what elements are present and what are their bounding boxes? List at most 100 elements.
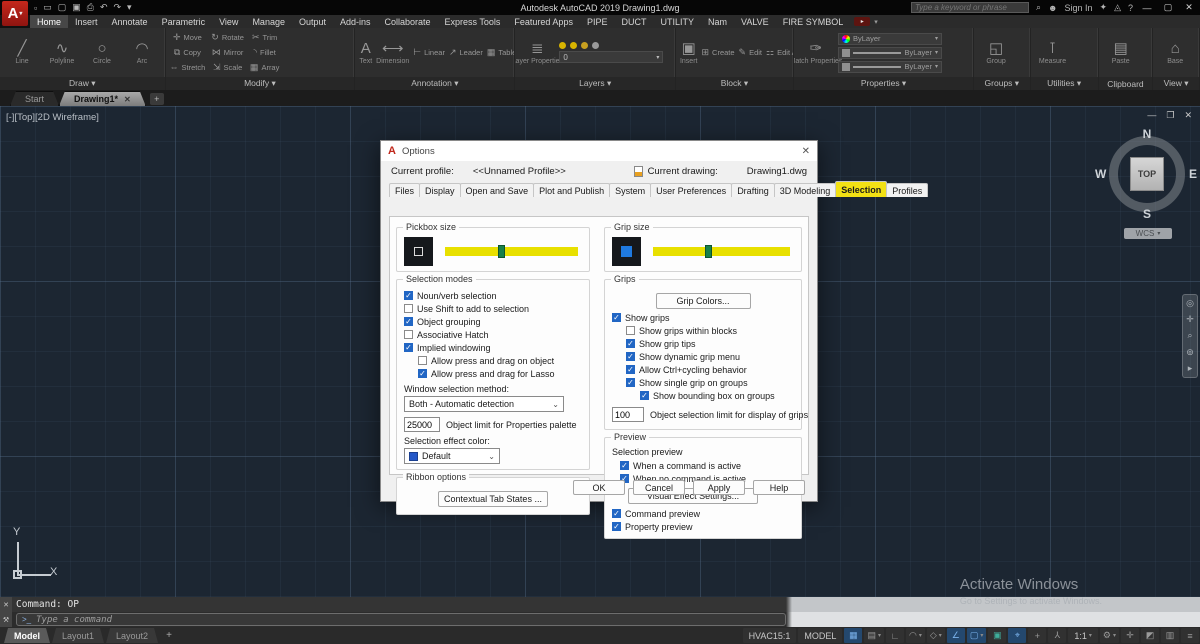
drawing-minimize-button[interactable]: —: [1147, 110, 1156, 121]
polar-tracking-toggle[interactable]: ◠▾: [906, 628, 925, 643]
redo-icon[interactable]: ↷: [114, 2, 122, 13]
dialog-close-icon[interactable]: ✕: [802, 146, 810, 157]
orbit-icon[interactable]: ⊚: [1186, 347, 1194, 358]
options-tab-open-and-save[interactable]: Open and Save: [460, 183, 535, 197]
ribbon-tab-valve[interactable]: VALVE: [734, 15, 776, 28]
tool-edit[interactable]: ✎Edit: [739, 45, 762, 60]
drawing-close-button[interactable]: ✕: [1184, 110, 1192, 121]
application-menu-button[interactable]: A▾: [2, 1, 28, 26]
layer-dropdown[interactable]: 0▾: [559, 51, 663, 63]
annotation-scale[interactable]: 1:1▾: [1068, 628, 1098, 643]
options-tab-plot-and-publish[interactable]: Plot and Publish: [533, 183, 610, 197]
tool-leader[interactable]: ↗Leader: [449, 45, 483, 60]
checkbox-when-a-command-is-active[interactable]: ✓: [620, 461, 629, 470]
chevron-down-icon[interactable]: ▾: [919, 632, 922, 639]
chevron-down-icon[interactable]: ▾: [939, 632, 942, 639]
panel-label-utilities[interactable]: Utilities ▾: [1031, 77, 1098, 90]
checkbox-show-dynamic-grip-menu[interactable]: ✓: [626, 352, 635, 361]
tool-linear[interactable]: ⊢Linear: [413, 45, 445, 60]
contextual-tab-states-button[interactable]: Contextual Tab States ...: [438, 491, 548, 507]
tool-measure[interactable]: ⊺Measure: [1035, 40, 1071, 65]
file-tab-start[interactable]: Start: [10, 91, 59, 106]
chevron-down-icon[interactable]: ▾: [980, 632, 983, 639]
ribbon-tab-fire-symbol[interactable]: FIRE SYMBOL: [776, 15, 851, 28]
ribbon-tab-express-tools[interactable]: Express Tools: [438, 15, 508, 28]
options-tab-profiles[interactable]: Profiles: [886, 183, 928, 197]
file-tab-drawing1[interactable]: Drawing1*✕: [59, 91, 146, 106]
options-tab-3d-modeling[interactable]: 3D Modeling: [774, 183, 837, 197]
panel-label-modify[interactable]: Modify ▾: [166, 77, 355, 90]
save-icon[interactable]: ▢: [58, 2, 67, 13]
help-icon[interactable]: ?: [1128, 3, 1133, 13]
screencast-icon[interactable]: ▸: [854, 17, 870, 26]
panel-label-annotation[interactable]: Annotation ▾: [355, 77, 514, 90]
tool-circle[interactable]: ○Circle: [84, 40, 120, 65]
checkbox-show-grips[interactable]: ✓: [612, 313, 621, 322]
panel-label-block[interactable]: Block ▾: [676, 77, 793, 90]
workspace-switching-toggle[interactable]: ⚙▾: [1100, 628, 1119, 643]
ribbon-tab-home[interactable]: Home: [30, 15, 68, 28]
chevron-down-icon[interactable]: ▾: [1113, 632, 1116, 639]
options-tab-selection[interactable]: Selection: [835, 181, 887, 197]
sign-in-button[interactable]: Sign In: [1064, 3, 1092, 13]
checkbox-show-bounding-box-on-groups[interactable]: ✓: [640, 391, 649, 400]
options-tab-files[interactable]: Files: [389, 183, 420, 197]
checkbox-associative-hatch[interactable]: [404, 330, 413, 339]
command-input[interactable]: >_ Type a command: [16, 613, 786, 626]
tool-stretch[interactable]: ⇔Stretch: [170, 60, 206, 75]
layout-tab-model[interactable]: Model: [4, 628, 50, 643]
wcs-dropdown[interactable]: WCS ▾: [1124, 228, 1172, 239]
tool-rotate[interactable]: ↻Rotate: [211, 30, 244, 45]
checkbox-show-grip-tips[interactable]: ✓: [626, 339, 635, 348]
undo-icon[interactable]: ↶: [100, 2, 108, 13]
viewport-controls[interactable]: [-][Top][2D Wireframe]: [6, 112, 99, 123]
minimize-button[interactable]: —: [1140, 3, 1154, 13]
navigation-wheel-icon[interactable]: ◎: [1186, 298, 1194, 309]
plot-icon[interactable]: ⎙: [87, 2, 94, 13]
maximize-button[interactable]: ▢: [1161, 2, 1175, 13]
layer-freeze-icon[interactable]: [570, 42, 577, 49]
property-dropdown-0[interactable]: ByLayer▾: [838, 33, 942, 45]
tool-scale[interactable]: ⇲Scale: [211, 60, 244, 75]
ribbon-tab-featured-apps[interactable]: Featured Apps: [507, 15, 580, 28]
autodesk-360-icon[interactable]: ◬: [1114, 2, 1121, 13]
customize-quick-access-icon[interactable]: ▾: [127, 2, 132, 13]
checkbox-use-shift-to-add-to-selection[interactable]: [404, 304, 413, 313]
panel-label-draw[interactable]: Draw ▾: [0, 77, 165, 90]
panel-label-clipboard[interactable]: Clipboard: [1099, 77, 1153, 90]
annotation-visibility-toggle[interactable]: ⅄: [1048, 628, 1066, 643]
apply-button[interactable]: Apply: [693, 480, 745, 495]
customization-toggle[interactable]: ≡: [1181, 628, 1199, 643]
grip-colors-button[interactable]: Grip Colors...: [656, 293, 751, 309]
layout-tab-layout2[interactable]: Layout2: [106, 628, 158, 643]
ribbon-tab-nam[interactable]: Nam: [701, 15, 734, 28]
viewport-scale[interactable]: HVAC15:1: [743, 628, 797, 643]
ribbon-tab-duct[interactable]: DUCT: [614, 15, 653, 28]
ribbon-tab-manage[interactable]: Manage: [245, 15, 292, 28]
tool-array[interactable]: ▦Array: [250, 60, 279, 75]
tool-layer-properties[interactable]: ≣Layer Properties: [519, 40, 555, 65]
view-cube[interactable]: N S W E TOP: [1109, 136, 1185, 212]
options-tab-user-preferences[interactable]: User Preferences: [650, 183, 732, 197]
drawing-canvas[interactable]: [-][Top][2D Wireframe] — ❐ ✕ N S W E TOP…: [0, 106, 1200, 597]
tool-arc[interactable]: ◠Arc: [124, 40, 160, 65]
checkbox-object-grouping[interactable]: ✓: [404, 317, 413, 326]
search-icon[interactable]: ⌕: [1036, 2, 1041, 13]
ribbon-tab-pipe[interactable]: PIPE: [580, 15, 615, 28]
tool-mirror[interactable]: ⋈Mirror: [211, 45, 244, 60]
options-tab-display[interactable]: Display: [419, 183, 461, 197]
isometric-drafting-toggle[interactable]: ◇▾: [927, 628, 945, 643]
ribbon-tab-view[interactable]: View: [212, 15, 245, 28]
options-tab-drafting[interactable]: Drafting: [731, 183, 775, 197]
graphics-performance-toggle[interactable]: ▥: [1161, 628, 1179, 643]
model-space-toggle[interactable]: MODEL: [798, 628, 842, 643]
tool-table[interactable]: ▦Table: [487, 45, 514, 60]
checkbox-property-preview[interactable]: ✓: [612, 522, 621, 531]
selection-effect-color-dropdown[interactable]: Default ⌄: [404, 448, 500, 464]
options-tab-system[interactable]: System: [609, 183, 651, 197]
checkbox-command-preview[interactable]: ✓: [612, 509, 621, 518]
ok-button[interactable]: OK: [573, 480, 625, 495]
new-layout-button[interactable]: +: [166, 630, 172, 641]
tool-dimension[interactable]: ⟷Dimension: [376, 40, 409, 65]
options-dialog-titlebar[interactable]: A Options ✕: [381, 141, 817, 161]
